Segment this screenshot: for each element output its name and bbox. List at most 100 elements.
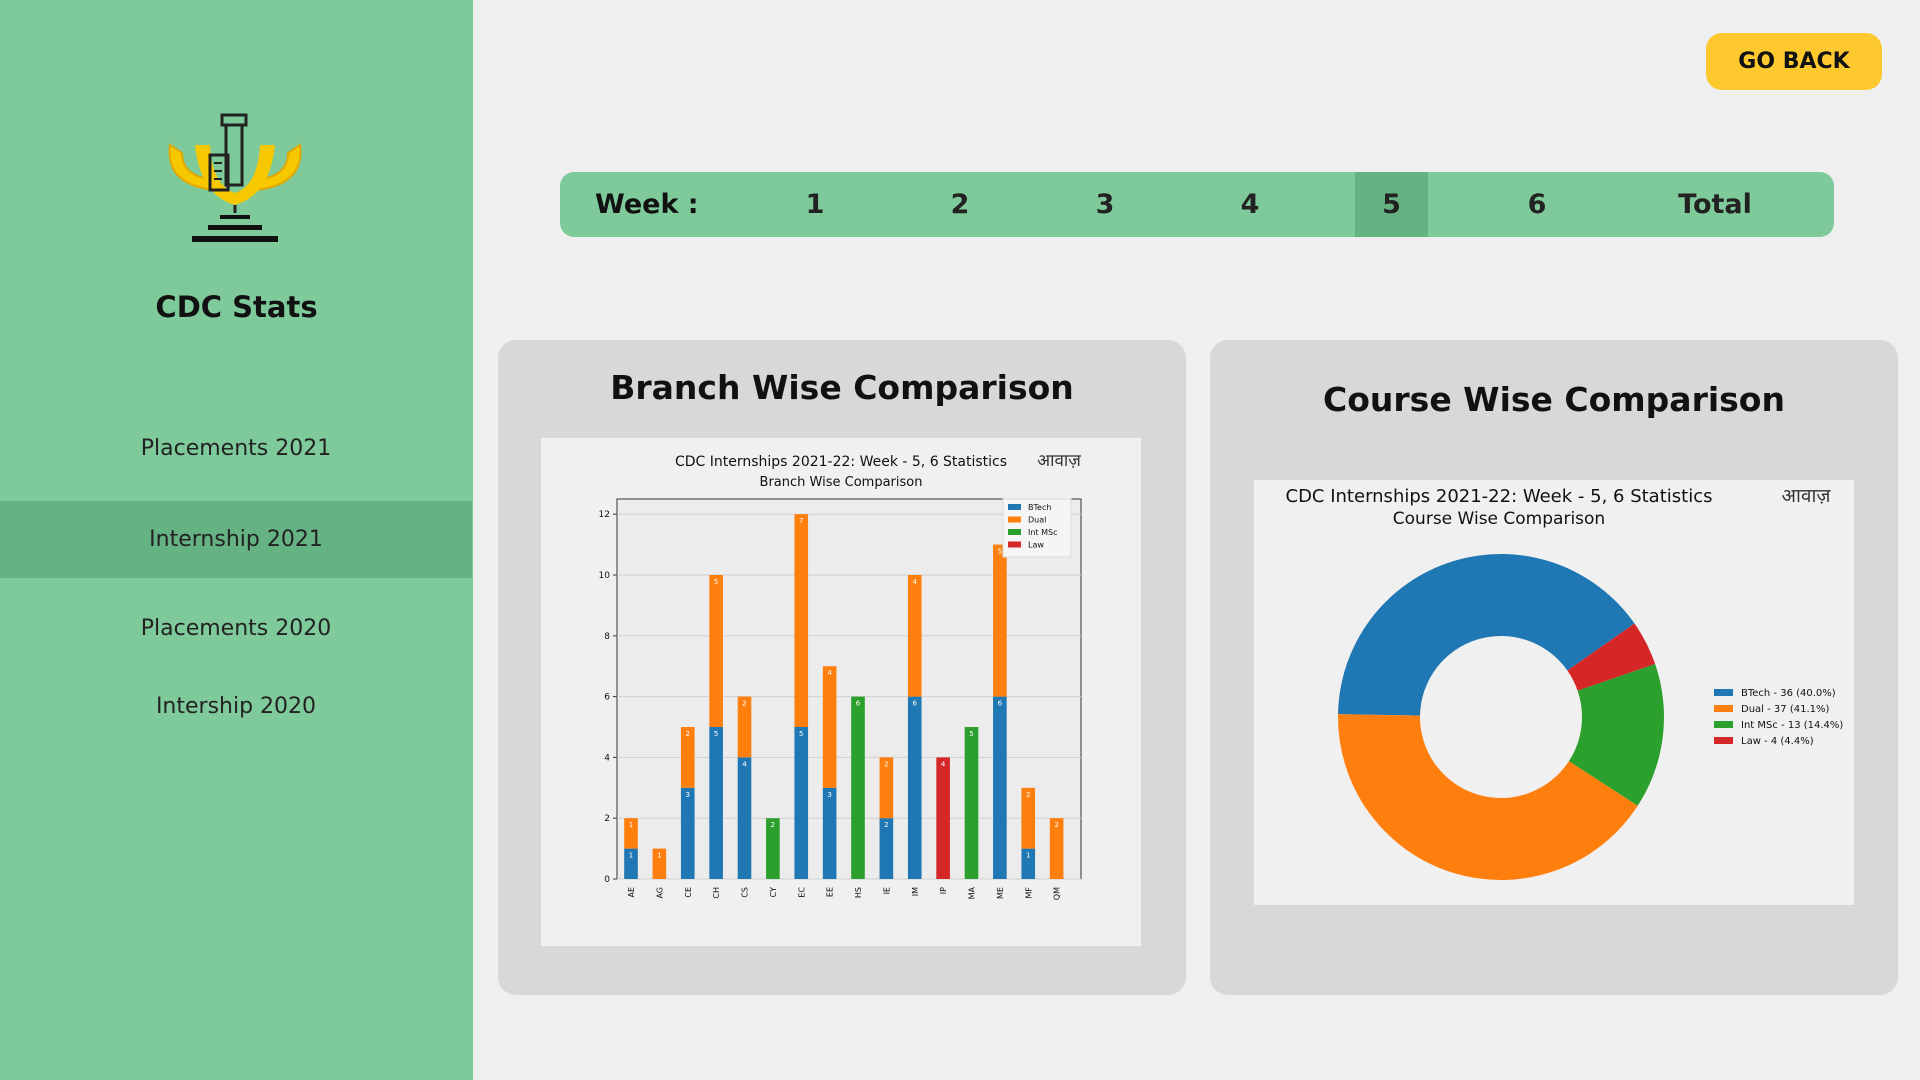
week-tab-6[interactable]: 6 — [1500, 172, 1574, 237]
nav-item-internship-2021[interactable]: Internship 2021 — [0, 501, 472, 578]
y-tick-label: 6 — [604, 693, 610, 703]
week-tab-1[interactable]: 1 — [778, 172, 852, 237]
pie-legend-label: BTech - 36 (40.0%) — [1741, 688, 1836, 699]
y-tick-label: 2 — [604, 814, 610, 824]
trophy-logo-icon — [168, 113, 302, 242]
bar-btech-IM — [907, 696, 922, 879]
bar-data-label: 5 — [714, 578, 718, 586]
bar-dual-EC — [794, 514, 809, 727]
legend-label: Dual — [1028, 516, 1046, 525]
course-card-title: Course Wise Comparison — [1323, 380, 1785, 419]
nav-item-placements-2020[interactable]: Placements 2020 — [0, 611, 472, 647]
week-tab-3[interactable]: 3 — [1068, 172, 1142, 237]
bar-data-label: 2 — [1026, 791, 1030, 799]
x-tick-label: CE — [684, 887, 693, 898]
course-comparison-card: Course Wise Comparison CDC Internships 2… — [1210, 340, 1898, 995]
course-donut-chart: CDC Internships 2021-22: Week - 5, 6 Sta… — [1286, 485, 1843, 880]
x-tick-label: HS — [854, 887, 863, 898]
pie-legend-label: Dual - 37 (41.1%) — [1741, 704, 1829, 715]
week-selector: Week : 1 2 3 4 5 6 Total — [560, 172, 1834, 237]
x-tick-label: CH — [712, 887, 721, 899]
bar-dual-CH — [709, 575, 723, 727]
week-label: Week : — [595, 189, 699, 220]
bar-data-label: 1 — [629, 821, 633, 829]
pie-legend-swatch — [1714, 705, 1733, 712]
bar-data-label: 2 — [771, 821, 775, 829]
bar-chart-watermark: आवाज़ — [1037, 451, 1081, 471]
x-tick-label: QM — [1053, 887, 1062, 900]
bar-data-label: 1 — [657, 852, 661, 860]
legend-swatch — [1008, 529, 1021, 535]
bar-data-label: 6 — [998, 700, 1003, 708]
legend-swatch — [1008, 541, 1021, 548]
bar-dual-IM — [907, 575, 922, 697]
bar-data-label: 4 — [941, 760, 946, 768]
bar-data-label: 2 — [686, 730, 690, 738]
bar-data-label: 4 — [913, 578, 918, 586]
pie-legend-swatch — [1714, 689, 1733, 696]
pie-chart-subtitle: Course Wise Comparison — [1393, 509, 1605, 529]
pie-legend-swatch — [1714, 721, 1733, 728]
bar-dual-ME — [993, 544, 1007, 697]
x-tick-label: IP — [939, 887, 948, 894]
bar-data-label: 5 — [969, 730, 973, 738]
x-tick-label: AE — [627, 887, 636, 898]
bar-data-label: 3 — [686, 791, 690, 799]
week-tab-5[interactable]: 5 — [1355, 172, 1428, 237]
pie-legend-label: Int MSc - 13 (14.4%) — [1741, 720, 1843, 731]
x-tick-label: MF — [1024, 887, 1033, 899]
x-tick-label: ME — [996, 887, 1005, 899]
bar-int-msc-MA — [964, 727, 979, 879]
go-back-button[interactable]: GO BACK — [1706, 33, 1882, 90]
bar-btech-CE — [680, 787, 695, 879]
bar-data-label: 2 — [884, 760, 888, 768]
bar-data-label: 2 — [742, 700, 746, 708]
bar-btech-EE — [822, 787, 837, 879]
pie-chart-watermark: आवाज़ — [1781, 485, 1831, 507]
bar-data-label: 6 — [913, 700, 918, 708]
bar-data-label: 3 — [827, 791, 831, 799]
bar-btech-EC — [794, 727, 809, 879]
course-chart-container: CDC Internships 2021-22: Week - 5, 6 Sta… — [1254, 480, 1854, 905]
pie-legend-swatch — [1714, 737, 1733, 744]
x-tick-label: MA — [968, 886, 977, 899]
bar-data-label: 6 — [856, 700, 861, 708]
bar-btech-ME — [993, 696, 1007, 879]
x-tick-label: EE — [826, 887, 835, 897]
week-tab-2[interactable]: 2 — [923, 172, 997, 237]
y-tick-label: 8 — [604, 632, 610, 642]
week-tab-total[interactable]: Total — [1650, 172, 1780, 237]
bar-int-msc-HS — [851, 696, 865, 879]
pie-chart-title: CDC Internships 2021-22: Week - 5, 6 Sta… — [1286, 486, 1713, 507]
pie-legend-label: Law - 4 (4.4%) — [1741, 736, 1814, 747]
legend-label: BTech — [1028, 503, 1051, 512]
legend-swatch — [1008, 516, 1021, 523]
y-tick-label: 4 — [604, 753, 610, 763]
nav-item-placements-2021[interactable]: Placements 2021 — [0, 431, 472, 467]
branch-chart-container: CDC Internships 2021-22: Week - 5, 6 Sta… — [541, 438, 1141, 946]
bar-chart-subtitle: Branch Wise Comparison — [760, 475, 923, 490]
bar-dual-EE — [822, 666, 837, 788]
nav-item-intership-2020[interactable]: Intership 2020 — [0, 689, 472, 725]
y-tick-label: 10 — [599, 571, 611, 581]
x-tick-label: AG — [655, 887, 664, 899]
bar-data-label: 4 — [827, 669, 832, 677]
bar-data-label: 5 — [714, 730, 718, 738]
bar-btech-CH — [709, 727, 723, 879]
week-tab-4[interactable]: 4 — [1213, 172, 1287, 237]
bar-data-label: 1 — [1026, 852, 1030, 860]
legend-swatch — [1008, 504, 1021, 510]
bar-data-label: 1 — [629, 852, 633, 860]
x-tick-label: IM — [911, 887, 920, 896]
x-tick-label: EC — [797, 887, 806, 898]
x-tick-label: IE — [882, 887, 891, 894]
y-tick-label: 0 — [604, 875, 610, 885]
branch-bar-chart: CDC Internships 2021-22: Week - 5, 6 Sta… — [599, 451, 1082, 900]
bar-data-label: 2 — [884, 821, 888, 829]
sidebar: CDC Stats Placements 2021 Internship 202… — [0, 0, 473, 1080]
bar-data-label: 2 — [1054, 821, 1058, 829]
y-tick-label: 12 — [599, 510, 610, 520]
branch-card-title: Branch Wise Comparison — [610, 368, 1074, 407]
branch-comparison-card: Branch Wise Comparison CDC Internships 2… — [498, 340, 1186, 995]
bar-btech-CS — [737, 757, 752, 879]
